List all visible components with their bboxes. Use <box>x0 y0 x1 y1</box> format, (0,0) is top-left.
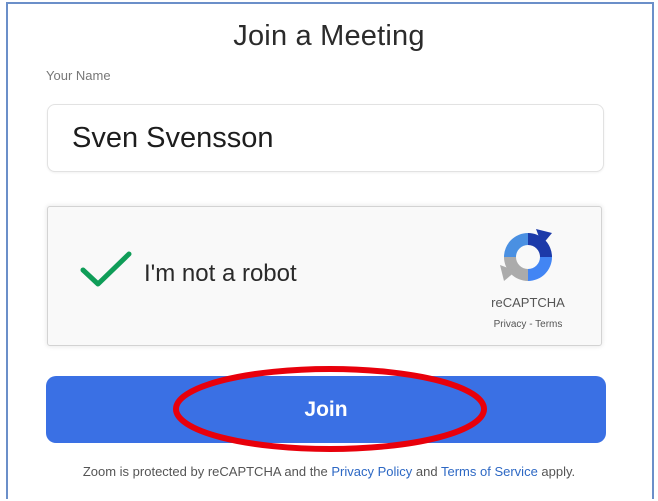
page-title: Join a Meeting <box>233 20 425 52</box>
name-field-label: Your Name <box>46 68 111 83</box>
recaptcha-brand-text: reCAPTCHA <box>491 295 565 310</box>
join-button[interactable]: Join <box>46 376 606 443</box>
recaptcha-footer-notice: Zoom is protected by reCAPTCHA and the P… <box>0 464 658 479</box>
recaptcha-terms-link[interactable]: Terms <box>535 319 562 330</box>
footer-prefix-text: Zoom is protected by reCAPTCHA and the <box>82 464 332 479</box>
recaptcha-links: Privacy - Terms <box>453 319 603 330</box>
footer-privacy-policy-link[interactable]: Privacy Policy <box>331 464 412 479</box>
green-checkmark-icon[interactable] <box>78 249 134 289</box>
footer-suffix-text: apply. <box>537 464 576 479</box>
footer-terms-of-service-link[interactable]: Terms of Service <box>441 464 538 479</box>
recaptcha-links-separator: - <box>526 319 536 330</box>
footer-middle-text: and <box>412 464 441 479</box>
recaptcha-logo-icon <box>500 229 552 281</box>
name-input[interactable] <box>47 104 604 172</box>
captcha-checkbox-label[interactable]: I'm not a robot <box>144 260 297 288</box>
recaptcha-privacy-link[interactable]: Privacy <box>494 319 527 330</box>
recaptcha-widget: I'm not a robot reCAPTCHA Privacy - Term… <box>47 206 602 346</box>
